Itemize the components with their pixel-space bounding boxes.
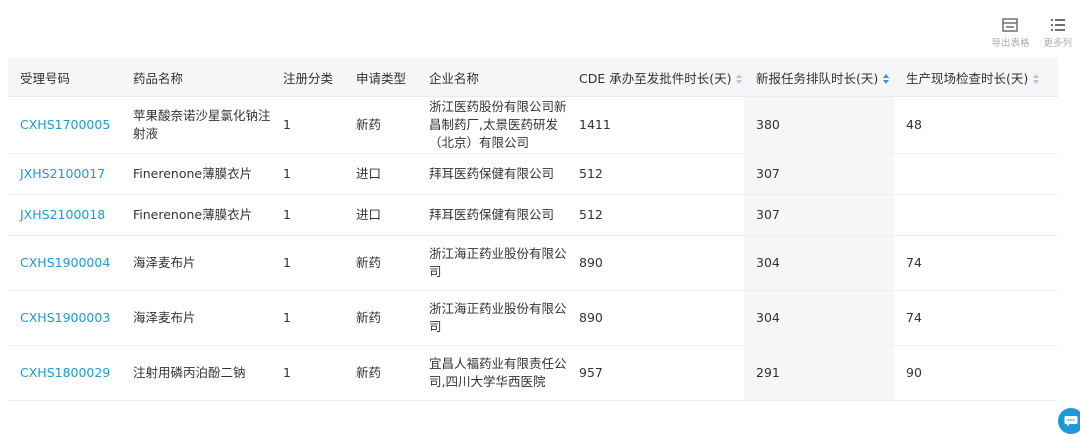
acceptance-no-link[interactable]: JXHS2100018 bbox=[8, 194, 121, 236]
company-cell: 拜耳医药保健有限公司 bbox=[417, 153, 567, 195]
company-cell: 宜昌人福药业有限责任公司,四川大学华西医院 bbox=[417, 345, 567, 401]
table-row: CXHS1900004 海泽麦布片 1 新药 浙江海正药业股份有限公司 890 … bbox=[8, 235, 1058, 291]
table-export-icon bbox=[1002, 18, 1019, 32]
inspection-days-cell bbox=[894, 153, 1058, 195]
table-row: CXHS1900003 海泽麦布片 1 新药 浙江海正药业股份有限公司 890 … bbox=[8, 290, 1058, 346]
company-cell: 浙江海正药业股份有限公司 bbox=[417, 290, 567, 346]
app-type-cell: 进口 bbox=[344, 194, 417, 236]
column-header-app-type: 申请类型 bbox=[344, 58, 417, 97]
acceptance-no-link[interactable]: CXHS1700005 bbox=[8, 96, 121, 154]
queue-days-cell: 307 bbox=[744, 194, 894, 236]
acceptance-no-link[interactable]: CXHS1900004 bbox=[8, 235, 121, 291]
company-cell: 浙江海正药业股份有限公司 bbox=[417, 235, 567, 291]
reg-class-cell: 1 bbox=[271, 96, 344, 154]
app-type-cell: 新药 bbox=[344, 345, 417, 401]
app-type-cell: 新药 bbox=[344, 290, 417, 346]
drug-name-cell: 注射用磷丙泊酚二钠 bbox=[121, 345, 271, 401]
inspection-days-cell bbox=[894, 194, 1058, 236]
export-table-button[interactable]: 导出表格 bbox=[991, 18, 1029, 49]
acceptance-no-link[interactable]: CXHS1800029 bbox=[8, 345, 121, 401]
cde-days-cell: 1411 bbox=[567, 96, 744, 154]
app-type-cell: 新药 bbox=[344, 96, 417, 154]
chat-bubble-icon bbox=[1064, 416, 1078, 427]
inspection-days-cell: 48 bbox=[894, 96, 1058, 154]
list-columns-icon bbox=[1050, 19, 1065, 31]
acceptance-no-link[interactable]: CXHS1900003 bbox=[8, 290, 121, 346]
drug-name-cell: 海泽麦布片 bbox=[121, 290, 271, 346]
column-header-queue-days[interactable]: 新报任务排队时长(天) bbox=[744, 58, 894, 97]
cde-days-cell: 890 bbox=[567, 235, 744, 291]
app-type-cell: 新药 bbox=[344, 235, 417, 291]
acceptance-no-link[interactable]: JXHS2100017 bbox=[8, 153, 121, 195]
table-row: CXHS1700005 苹果酸奈诺沙星氯化钠注射液 1 新药 浙江医药股份有限公… bbox=[8, 96, 1058, 154]
more-columns-button[interactable]: 更多列 bbox=[1043, 18, 1072, 49]
drug-name-cell: 海泽麦布片 bbox=[121, 235, 271, 291]
column-header-cde-days[interactable]: CDE 承办至发批件时长(天) bbox=[567, 58, 744, 97]
queue-days-cell: 307 bbox=[744, 153, 894, 195]
column-header-company: 企业名称 bbox=[417, 58, 567, 97]
reg-class-cell: 1 bbox=[271, 153, 344, 195]
export-table-label: 导出表格 bbox=[991, 38, 1030, 49]
column-header-inspection-days[interactable]: 生产现场检查时长(天) bbox=[894, 58, 1058, 97]
company-cell: 拜耳医药保健有限公司 bbox=[417, 194, 567, 236]
queue-days-cell: 304 bbox=[744, 235, 894, 291]
inspection-days-cell: 74 bbox=[894, 290, 1058, 346]
inspection-days-cell: 90 bbox=[894, 345, 1058, 401]
sort-icon[interactable] bbox=[883, 74, 890, 84]
cde-days-cell: 512 bbox=[567, 153, 744, 195]
sort-icon[interactable] bbox=[736, 74, 743, 84]
chat-button[interactable] bbox=[1058, 408, 1080, 434]
reg-class-cell: 1 bbox=[271, 290, 344, 346]
table-toolbar: 导出表格 更多列 bbox=[991, 18, 1072, 49]
drug-name-cell: Finerenone薄膜衣片 bbox=[121, 153, 271, 195]
cde-days-cell: 957 bbox=[567, 345, 744, 401]
company-cell: 浙江医药股份有限公司新昌制药厂,太景医药研发（北京）有限公司 bbox=[417, 96, 567, 154]
app-type-cell: 进口 bbox=[344, 153, 417, 195]
table-row: JXHS2100018 Finerenone薄膜衣片 1 进口 拜耳医药保健有限… bbox=[8, 194, 1058, 236]
queue-days-cell: 380 bbox=[744, 96, 894, 154]
table-header-row: 受理号码 药品名称 注册分类 申请类型 企业名称 CDE 承办至发批件时长(天)… bbox=[8, 58, 1058, 97]
inspection-days-cell: 74 bbox=[894, 235, 1058, 291]
reg-class-cell: 1 bbox=[271, 235, 344, 291]
reg-class-cell: 1 bbox=[271, 194, 344, 236]
reg-class-cell: 1 bbox=[271, 345, 344, 401]
more-columns-label: 更多列 bbox=[1043, 38, 1072, 49]
table-row: CXHS1800029 注射用磷丙泊酚二钠 1 新药 宜昌人福药业有限责任公司,… bbox=[8, 345, 1058, 401]
drug-name-cell: 苹果酸奈诺沙星氯化钠注射液 bbox=[121, 96, 271, 154]
sort-icon[interactable] bbox=[1033, 74, 1040, 84]
column-header-reg-class: 注册分类 bbox=[271, 58, 344, 97]
queue-days-cell: 291 bbox=[744, 345, 894, 401]
column-header-acceptance-no: 受理号码 bbox=[8, 58, 121, 97]
drug-name-cell: Finerenone薄膜衣片 bbox=[121, 194, 271, 236]
cde-days-cell: 890 bbox=[567, 290, 744, 346]
drug-approval-table: 受理号码 药品名称 注册分类 申请类型 企业名称 CDE 承办至发批件时长(天)… bbox=[8, 58, 1058, 401]
cde-days-cell: 512 bbox=[567, 194, 744, 236]
queue-days-cell: 304 bbox=[744, 290, 894, 346]
table-row: JXHS2100017 Finerenone薄膜衣片 1 进口 拜耳医药保健有限… bbox=[8, 153, 1058, 195]
column-header-drug-name: 药品名称 bbox=[121, 58, 271, 97]
